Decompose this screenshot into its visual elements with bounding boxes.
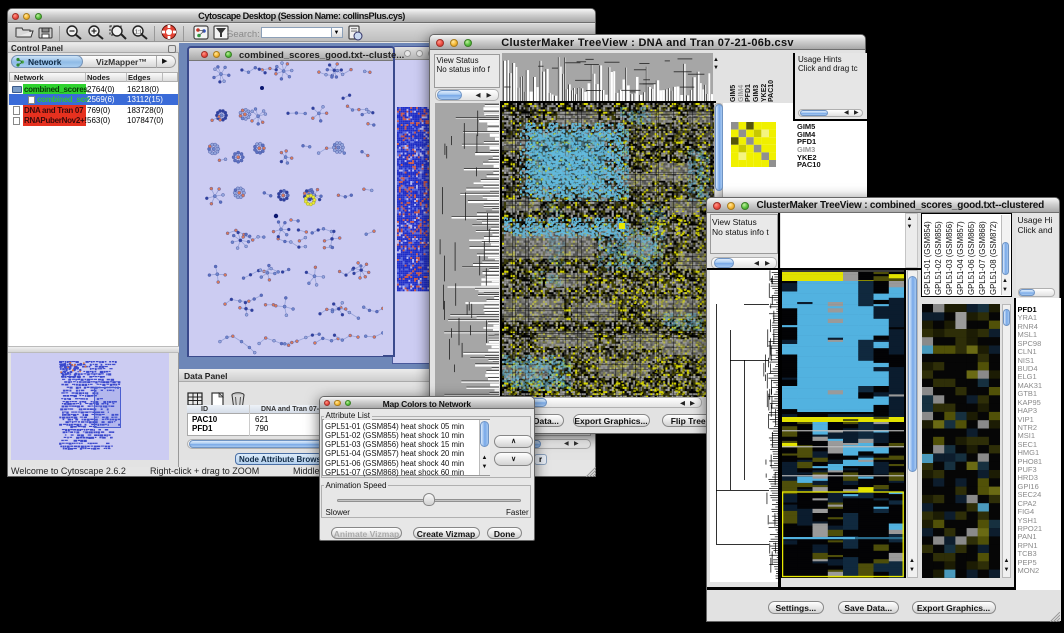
svg-text:1:1: 1:1 [135,29,142,35]
